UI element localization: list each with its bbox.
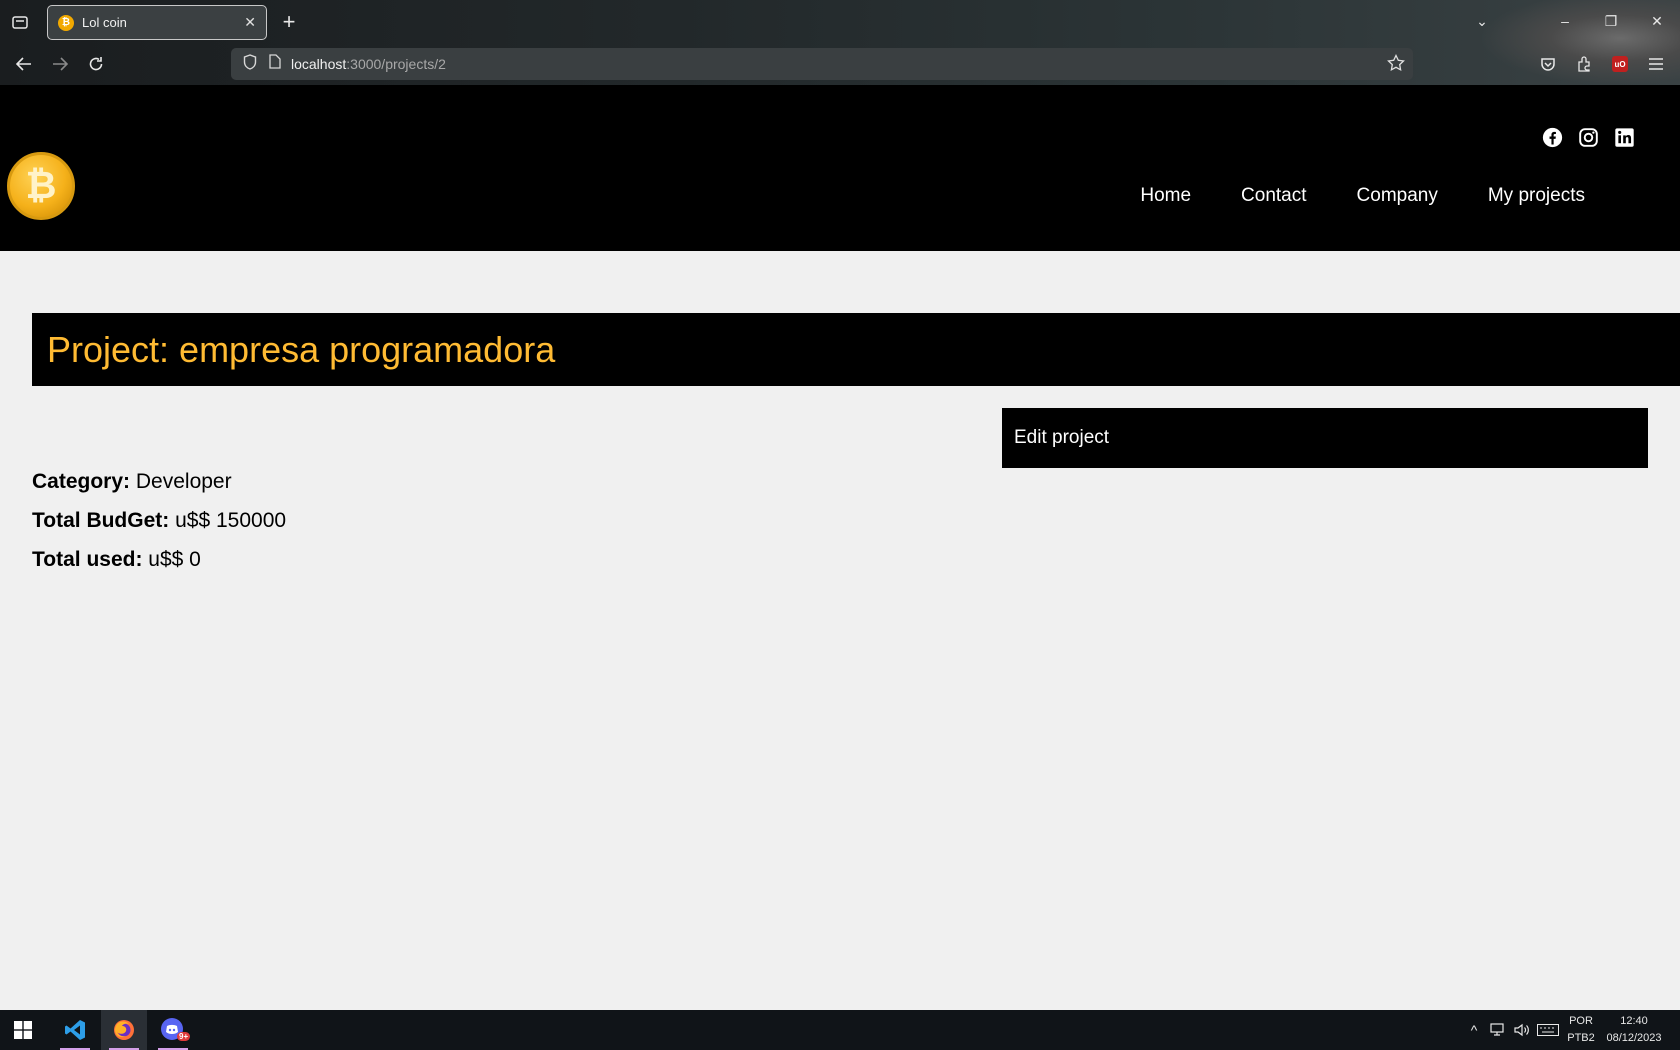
vscode-icon[interactable] (52, 1010, 98, 1050)
new-tab-icon[interactable]: + (276, 9, 302, 34)
project-title-bar: Project: empresa programadora (32, 313, 1680, 386)
nav-home[interactable]: Home (1140, 185, 1191, 207)
windows-start-icon[interactable] (0, 1010, 46, 1050)
facebook-icon[interactable] (1542, 127, 1563, 148)
chevron-up-icon[interactable]: ^ (1462, 1022, 1486, 1038)
bitcoin-logo-icon[interactable]: ₿ (7, 152, 75, 220)
bookmark-star-icon[interactable] (1387, 53, 1405, 77)
category-row: Category: Developer (32, 467, 286, 506)
linkedin-icon[interactable] (1614, 127, 1635, 148)
budget-label: Total BudGet: (32, 509, 170, 532)
reload-icon[interactable] (84, 51, 108, 77)
keyboard-icon[interactable] (1534, 1024, 1562, 1036)
used-label: Total used: (32, 548, 143, 571)
budget-value: u$$ 150000 (175, 509, 287, 532)
instagram-icon[interactable] (1578, 127, 1599, 148)
restore-icon[interactable]: ❐ (1596, 8, 1626, 34)
nav-bar: localhost:3000/projects/2 uO (0, 43, 1680, 85)
address-bar[interactable]: localhost:3000/projects/2 (231, 48, 1413, 80)
pocket-icon[interactable] (1535, 49, 1561, 79)
page-title: Project: empresa programadora (47, 328, 556, 370)
used-value: u$$ 0 (148, 548, 201, 571)
volume-icon[interactable] (1510, 1023, 1534, 1037)
close-tab-icon[interactable]: ✕ (244, 14, 256, 31)
social-links (1542, 127, 1635, 148)
main-nav: Home Contact Company My projects (1140, 185, 1585, 207)
back-icon[interactable] (12, 51, 36, 77)
minimize-icon[interactable]: – (1550, 8, 1580, 34)
system-tray: ^ POR PTB2 12:40 08/12/2023 (1462, 1010, 1680, 1050)
edit-project-button[interactable]: Edit project (1002, 408, 1648, 468)
list-all-tabs-icon[interactable] (8, 11, 32, 33)
nav-my-projects[interactable]: My projects (1488, 185, 1585, 207)
extensions-icon[interactable] (1571, 49, 1597, 79)
used-row: Total used: u$$ 0 (32, 545, 286, 584)
nav-company[interactable]: Company (1357, 185, 1438, 207)
keyboard-layout: PTB2 (1567, 1032, 1595, 1044)
project-details: Category: Developer Total BudGet: u$$ 15… (32, 467, 286, 584)
language-code: POR (1569, 1015, 1593, 1027)
firefox-icon[interactable] (101, 1010, 147, 1050)
input-language[interactable]: POR PTB2 (1562, 1013, 1600, 1047)
ublock-icon[interactable]: uO (1607, 49, 1633, 79)
nav-contact[interactable]: Contact (1241, 185, 1306, 207)
category-value: Developer (135, 470, 232, 493)
close-window-icon[interactable]: ✕ (1642, 8, 1672, 34)
page-icon (269, 54, 281, 74)
category-label: Category: (32, 470, 131, 493)
tab-bar: ₿ Lol coin ✕ + ⌄ – ❐ ✕ (0, 0, 1680, 43)
url-host: localhost (291, 56, 347, 72)
url-path: :3000/projects/2 (346, 56, 446, 72)
shield-icon[interactable] (243, 53, 257, 75)
forward-icon[interactable] (48, 51, 72, 77)
tab-overflow-chevron-icon[interactable]: ⌄ (1467, 8, 1497, 34)
network-icon[interactable] (1486, 1023, 1510, 1037)
site-header: ₿ Home Contact Company My projects (0, 85, 1680, 251)
discord-icon[interactable]: 9+ (150, 1010, 196, 1050)
discord-badge: 9+ (177, 1032, 191, 1041)
browser-chrome: ₿ Lol coin ✕ + ⌄ – ❐ ✕ localhost:3000/pr… (0, 0, 1680, 85)
clock[interactable]: 12:40 08/12/2023 (1600, 1013, 1668, 1047)
clock-time: 12:40 (1620, 1015, 1648, 1027)
bitcoin-favicon-icon: ₿ (58, 14, 74, 31)
clock-date: 08/12/2023 (1606, 1032, 1662, 1044)
tab-title: Lol coin (82, 15, 127, 30)
menu-hamburger-icon[interactable] (1643, 49, 1669, 79)
budget-row: Total BudGet: u$$ 150000 (32, 506, 286, 545)
windows-taskbar: 9+ ^ POR PTB2 12:40 08/12/2023 (0, 1010, 1680, 1050)
tab-lol-coin[interactable]: ₿ Lol coin ✕ (47, 5, 267, 40)
